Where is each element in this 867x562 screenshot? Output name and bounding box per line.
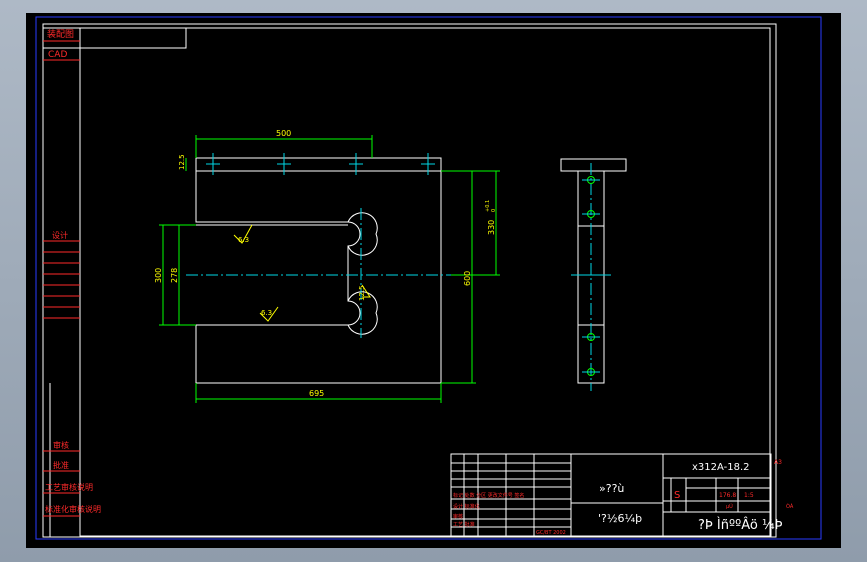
standard-text: GC/BT 2002 [536, 530, 566, 536]
dim-slot-radius: 12.5 [358, 285, 366, 301]
svg-text:审核: 审核 [53, 440, 69, 450]
svg-text:标准化审核说明: 标准化审核说明 [45, 504, 101, 514]
sheet-size-label: A3 [774, 459, 782, 466]
weight-value: 176.8 [719, 492, 736, 499]
cad-viewport[interactable]: 装配图 CAD 设计 审核 批准 工艺审核说明 标准化审核说明 500 12.5… [26, 13, 841, 548]
title-row-text: 标记 处数 分区 更改文件号 签名 [453, 492, 524, 499]
roughness-symbols: 6.3 6.3 [233, 224, 279, 322]
svg-text:批准: 批准 [53, 460, 69, 470]
inner-frame [42, 23, 777, 538]
left-strip-mid: 设计 [43, 230, 80, 319]
slot-round-top [347, 212, 378, 256]
title-row-text: 审核 [453, 513, 463, 520]
svg-text:6.3: 6.3 [261, 309, 272, 317]
small-label-b: µÚ [726, 503, 733, 510]
drawing-canvas: 装配图 CAD 设计 审核 批准 工艺审核说明 标准化审核说明 500 12.5… [35, 16, 822, 540]
left-strip-cad-label: CAD [48, 50, 67, 60]
part-outline [195, 157, 442, 384]
title-row-text: 设计 标准化 [453, 503, 480, 510]
front-view[interactable] [181, 153, 451, 384]
dim-tab-height: 12.5 [178, 154, 186, 170]
left-strip-bottom: 审核 批准 工艺审核说明 标准化审核说明 [42, 383, 101, 537]
side-view[interactable] [560, 158, 627, 391]
dim-bottom-width: 695 [309, 389, 324, 398]
company-name: ?Þ ÌñººÂö ¼Þ [698, 517, 783, 533]
dim-top-width: 500 [276, 129, 291, 138]
dim-right-height: 330 [487, 220, 496, 235]
material: '?½6¼þ [598, 512, 642, 525]
left-strip-top-label: 装配图 [47, 28, 74, 40]
drawing-border [79, 27, 771, 537]
drawing-number: x312A-18.2 [692, 462, 750, 473]
dim-overall-height: 600 [463, 271, 472, 286]
svg-text:6.3: 6.3 [238, 236, 249, 244]
part-name: »??ù [599, 482, 624, 495]
dim-slot-inner: 278 [170, 268, 179, 283]
svg-text:工艺审核说明: 工艺审核说明 [45, 482, 93, 492]
side-top-flange [560, 158, 627, 172]
left-strip-mid-label: 设计 [52, 230, 68, 240]
dim-right-tol-lower: 0 [491, 209, 497, 212]
scale-value: 1:5 [744, 492, 754, 499]
code-letter: S [674, 490, 680, 501]
small-label-a: ÒÀ [786, 503, 794, 510]
dimensions: 500 12.5 330 +0.1 0 600 300 278 12.5 695 [154, 129, 500, 403]
title-row-text: 工艺 批准 [453, 521, 475, 528]
title-block[interactable]: 标记 处数 分区 更改文件号 签名 设计 标准化 审核 工艺 批准 GC/BT … [450, 453, 794, 537]
dim-slot-outer: 300 [154, 268, 163, 283]
